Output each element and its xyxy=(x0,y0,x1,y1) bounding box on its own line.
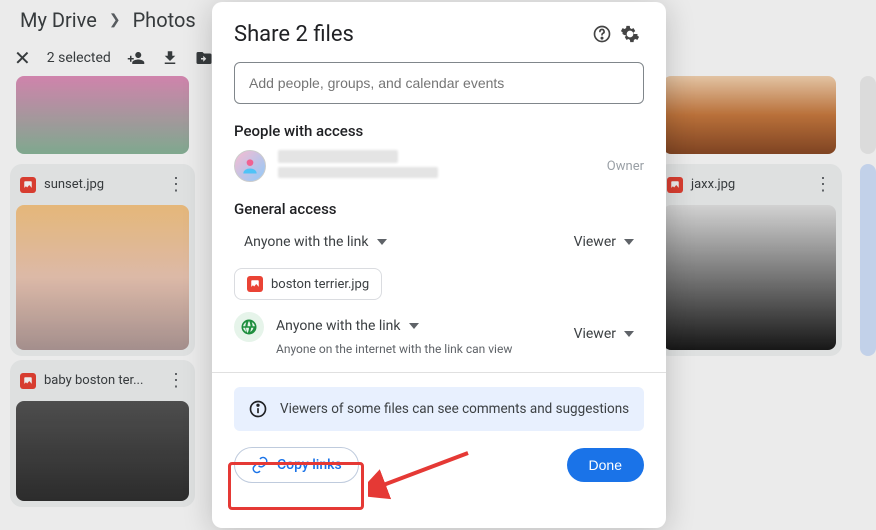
file-thumbnail[interactable] xyxy=(663,76,836,154)
caret-down-icon xyxy=(624,331,634,337)
selection-count: 2 selected xyxy=(47,50,111,66)
image-badge-icon xyxy=(20,177,36,193)
more-vert-icon[interactable]: ⋮ xyxy=(167,174,185,195)
image-badge-icon xyxy=(247,276,263,292)
chevron-right-icon: ❯ xyxy=(109,12,121,28)
file-thumbnail[interactable] xyxy=(860,76,876,154)
role-dropdown[interactable]: Viewer xyxy=(564,228,644,256)
person-row: Owner xyxy=(212,150,666,182)
file-name: jaxx.jpg xyxy=(691,177,735,192)
general-access-title: General access xyxy=(212,200,666,218)
file-tile[interactable]: baby boston ter... ⋮ xyxy=(10,360,195,507)
person-name-redacted xyxy=(278,150,398,163)
caret-down-icon xyxy=(624,239,634,245)
caret-down-icon xyxy=(377,239,387,245)
image-badge-icon xyxy=(20,373,36,389)
divider xyxy=(212,372,666,373)
crumb-my-drive[interactable]: My Drive xyxy=(20,8,97,32)
file-name: sunset.jpg xyxy=(44,177,104,192)
file-thumbnail[interactable] xyxy=(16,205,189,350)
share-person-icon[interactable] xyxy=(127,49,145,67)
file-name: baby boston ter... xyxy=(44,373,143,388)
avatar xyxy=(234,150,266,182)
more-vert-icon[interactable]: ⋮ xyxy=(167,370,185,391)
dialog-title: Share 2 files xyxy=(234,22,588,47)
caret-down-icon xyxy=(409,323,419,329)
image-badge-icon xyxy=(667,177,683,193)
move-icon[interactable] xyxy=(195,49,213,67)
gear-icon[interactable] xyxy=(616,20,644,48)
share-dialog: Share 2 files People with access Owner G… xyxy=(212,2,666,528)
done-button[interactable]: Done xyxy=(567,448,644,482)
link-icon xyxy=(251,456,269,474)
more-vert-icon[interactable]: ⋮ xyxy=(814,174,832,195)
banner-text: Viewers of some files can see comments a… xyxy=(280,401,629,417)
access-scope-dropdown[interactable]: Anyone with the link xyxy=(276,312,429,340)
person-email-redacted xyxy=(278,167,438,178)
role-dropdown[interactable]: Viewer xyxy=(564,320,644,348)
info-icon xyxy=(248,399,268,419)
crumb-photos[interactable]: Photos xyxy=(133,8,196,32)
file-chip-label: boston terrier.jpg xyxy=(271,277,369,292)
role-owner-label: Owner xyxy=(607,159,644,174)
access-scope-description: Anyone on the internet with the link can… xyxy=(276,342,512,356)
people-section-title: People with access xyxy=(212,122,666,140)
globe-icon xyxy=(234,312,264,342)
file-thumbnail[interactable] xyxy=(16,401,189,501)
help-icon[interactable] xyxy=(588,20,616,48)
file-thumbnail[interactable] xyxy=(663,205,836,350)
file-tile[interactable]: jaxx.jpg ⋮ xyxy=(657,164,842,356)
file-tile[interactable] xyxy=(860,164,876,356)
add-people-input[interactable] xyxy=(234,62,644,104)
access-scope-dropdown[interactable]: Anyone with the link xyxy=(234,228,397,256)
download-icon[interactable] xyxy=(161,49,179,67)
file-tile[interactable]: sunset.jpg ⋮ xyxy=(10,164,195,356)
info-banner: Viewers of some files can see comments a… xyxy=(234,387,644,431)
file-chip[interactable]: boston terrier.jpg xyxy=(234,268,382,300)
file-thumbnail[interactable] xyxy=(16,76,189,154)
close-selection-icon[interactable]: ✕ xyxy=(14,46,31,70)
copy-links-button[interactable]: Copy links xyxy=(234,447,359,483)
